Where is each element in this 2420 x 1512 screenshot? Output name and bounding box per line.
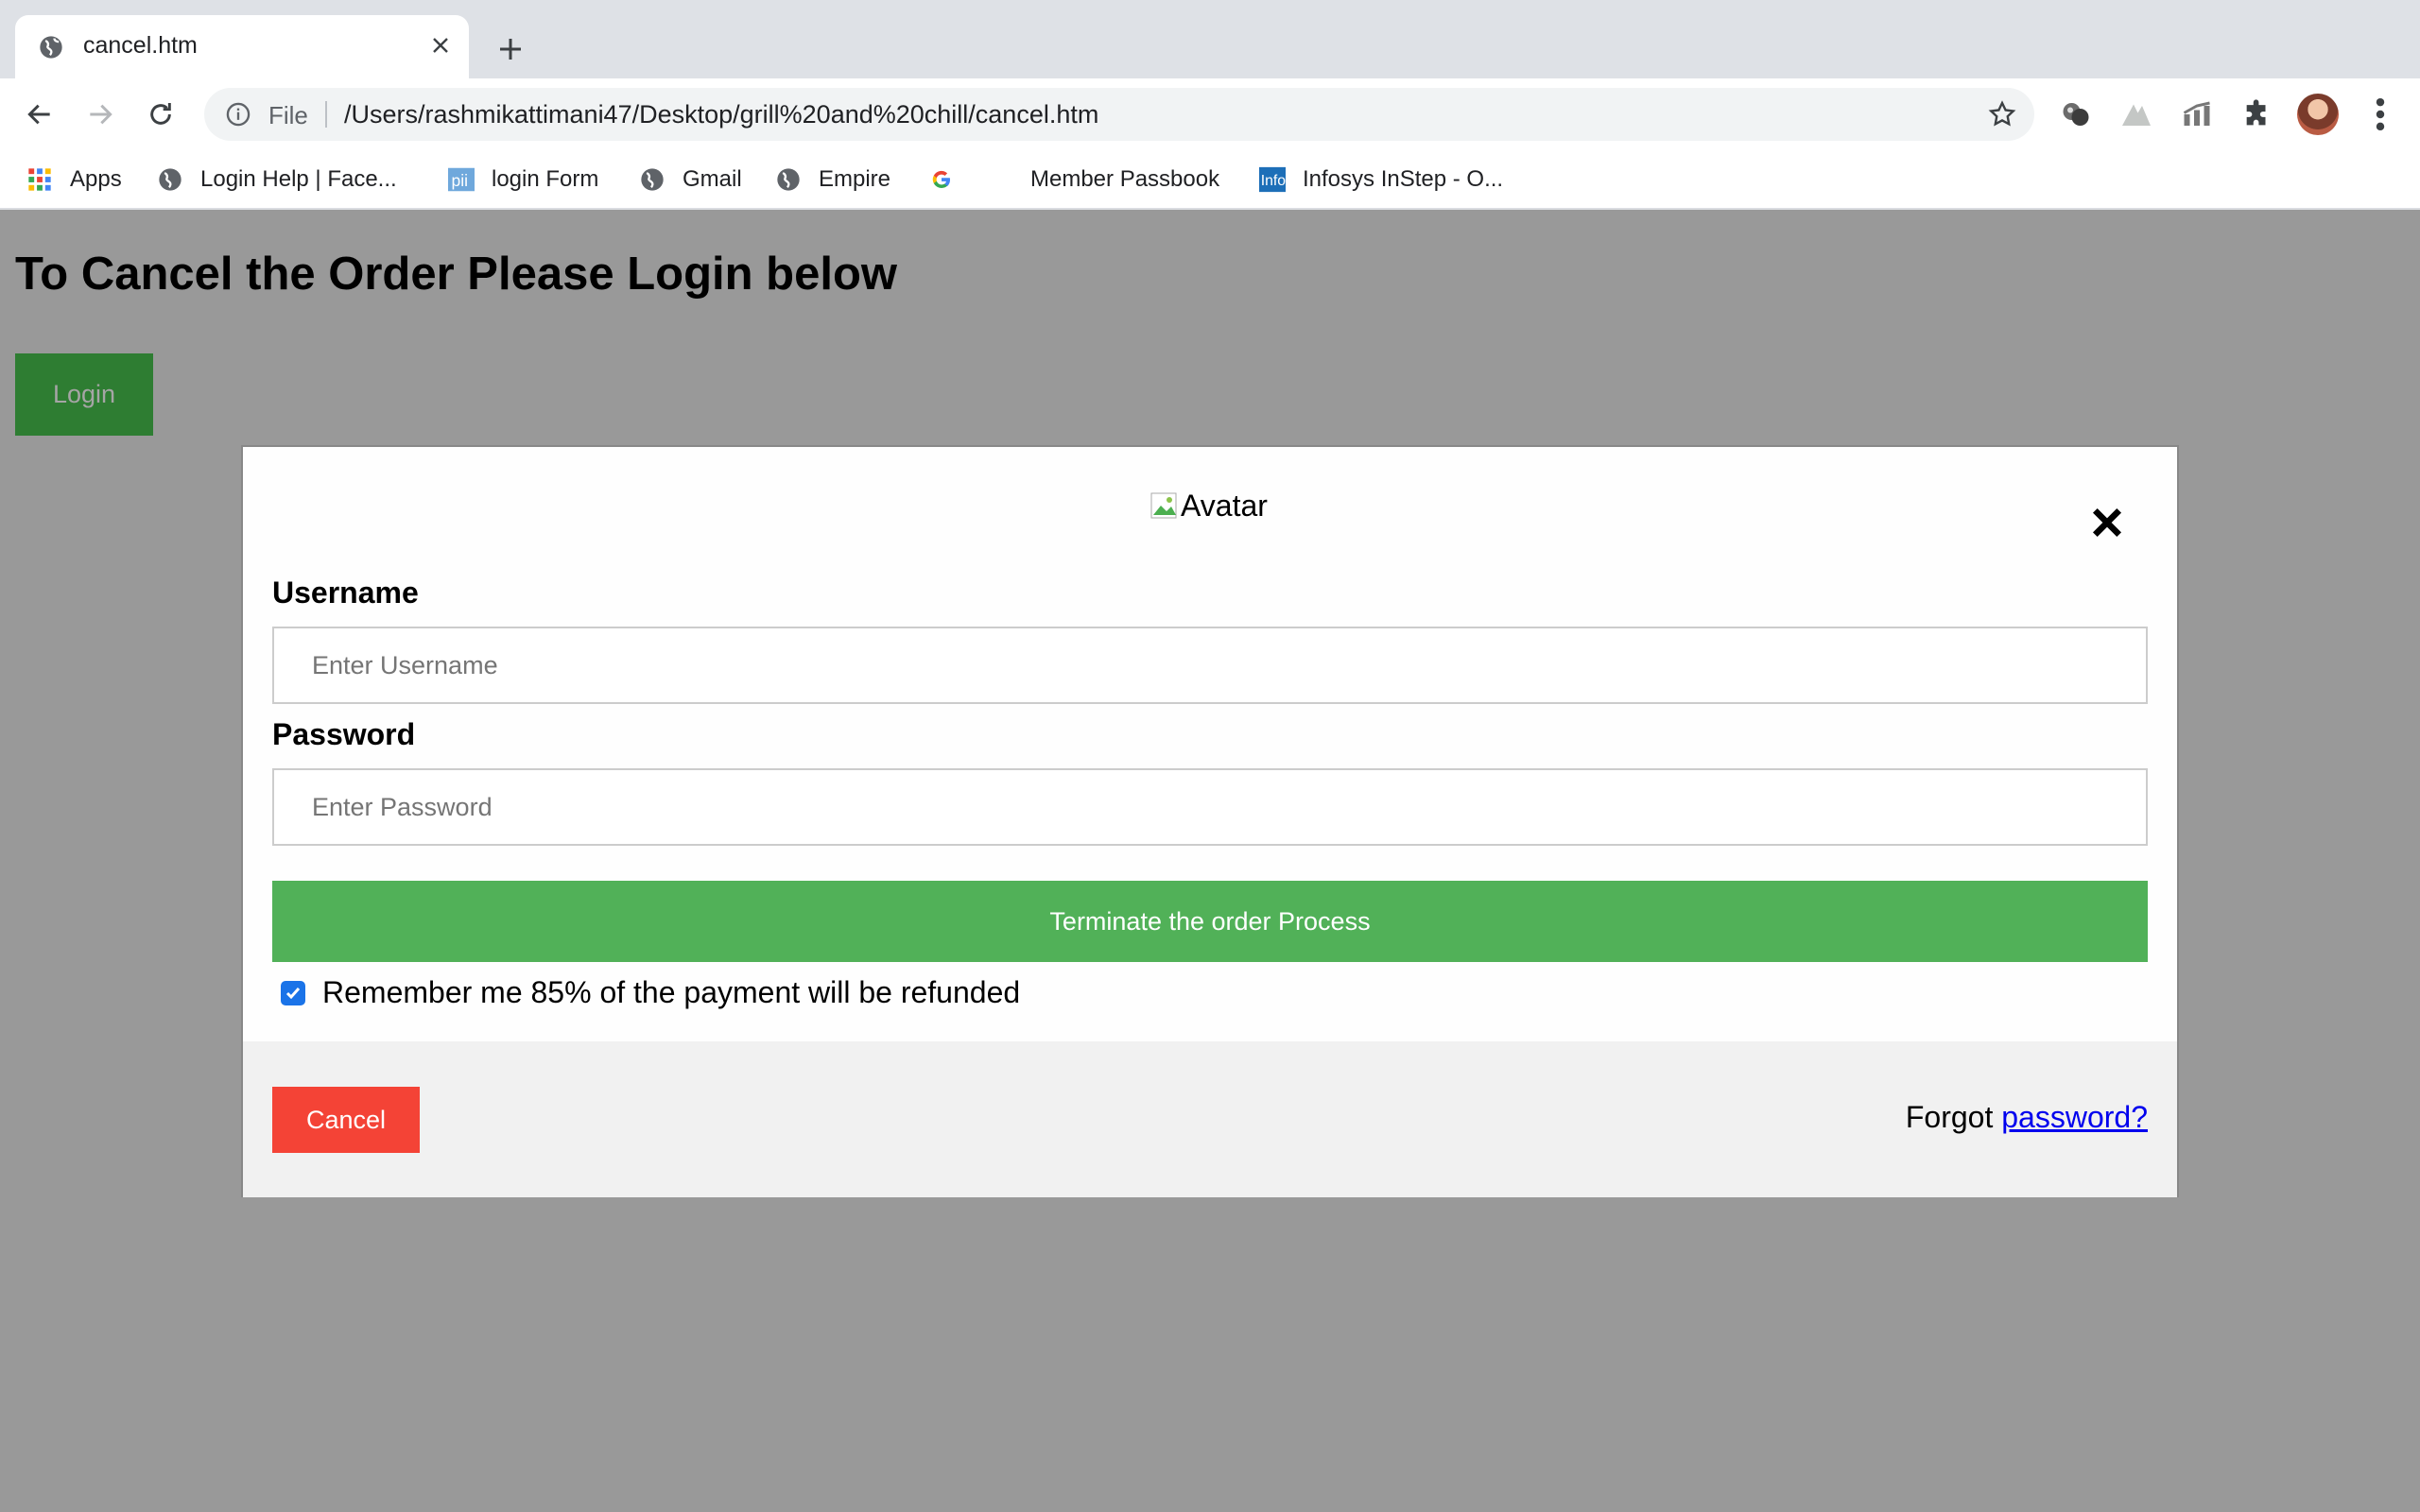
tab-strip: cancel.htm: [0, 0, 2420, 78]
password-label: Password: [272, 717, 416, 751]
forward-arrow-icon[interactable]: [79, 94, 121, 135]
extension-chart-icon[interactable]: [2178, 95, 2216, 133]
infosys-icon: Info: [1259, 166, 1286, 193]
bookmark-label: Member Passbook: [1030, 166, 1220, 192]
bookmarks-bar: Apps Login Help | Face... pii login Form…: [0, 149, 2420, 210]
page-heading: To Cancel the Order Please Login below: [15, 249, 898, 300]
forgot-prefix: Forgot: [1905, 1100, 1994, 1134]
more-menu-icon[interactable]: [2363, 94, 2397, 135]
bookmark-apps[interactable]: Apps: [26, 161, 122, 198]
pii-icon: pii: [448, 166, 475, 193]
svg-text:pii: pii: [452, 171, 469, 190]
bookmark-label: Gmail: [683, 166, 742, 192]
bookmark-label: Empire: [819, 166, 891, 192]
forgot-password-link[interactable]: password?: [2001, 1100, 2148, 1134]
username-label: Username: [272, 576, 419, 610]
username-placeholder: Enter Username: [312, 650, 498, 679]
close-modal-icon[interactable]: [2086, 502, 2128, 543]
extensions-puzzle-icon[interactable]: [2238, 95, 2276, 133]
new-tab-plus-icon[interactable]: [488, 26, 533, 72]
username-input[interactable]: Enter Username: [272, 627, 2148, 704]
reload-icon[interactable]: [140, 94, 182, 135]
extension-mountain-icon[interactable]: [2118, 95, 2155, 133]
bookmark-infosys[interactable]: Info Infosys InStep - O...: [1259, 161, 1503, 198]
page-content: To Cancel the Order Please Login below L…: [0, 210, 2420, 1512]
back-arrow-icon[interactable]: [19, 94, 60, 135]
bookmark-google[interactable]: [928, 161, 972, 198]
globe-icon: [157, 166, 183, 193]
url-text[interactable]: /Users/rashmikattimani47/Desktop/grill%2…: [344, 100, 1098, 129]
bookmark-label: Login Help | Face...: [200, 166, 397, 192]
bookmark-login-form[interactable]: pii login Form: [448, 161, 598, 198]
url-separator: [325, 101, 327, 128]
login-modal: Avatar Username Enter Username Password …: [241, 445, 2179, 1197]
bookmark-gmail[interactable]: Gmail: [639, 161, 742, 198]
bookmark-label: login Form: [492, 166, 599, 192]
google-icon: [928, 166, 955, 193]
extension-circles-icon[interactable]: [2057, 95, 2095, 133]
bookmark-member-passbook[interactable]: Member Passbook: [1030, 161, 1219, 198]
remember-me-label: Remember me 85% of the payment will be r…: [322, 975, 1021, 1009]
apps-grid-icon: [26, 166, 53, 193]
bookmark-login-help[interactable]: Login Help | Face...: [157, 161, 397, 198]
info-icon[interactable]: [225, 101, 251, 128]
svg-text:Info: Info: [1261, 173, 1286, 189]
terminate-order-button[interactable]: Terminate the order Process: [272, 881, 2148, 962]
remember-me-row: Remember me 85% of the payment will be r…: [281, 975, 1020, 1010]
password-placeholder: Enter Password: [312, 792, 493, 821]
profile-avatar[interactable]: [2297, 94, 2339, 135]
bookmark-empire[interactable]: Empire: [775, 161, 890, 198]
remember-me-checkbox[interactable]: [281, 980, 305, 1005]
bookmark-star-icon[interactable]: [1987, 99, 2017, 129]
avatar-image: Avatar: [1150, 489, 1268, 524]
globe-icon: [40, 36, 62, 59]
tab-close-icon[interactable]: [424, 28, 458, 62]
modal-footer: Cancel Forgot password?: [243, 1041, 2177, 1197]
browser-toolbar: File /Users/rashmikattimani47/Desktop/gr…: [0, 78, 2420, 149]
globe-icon: [639, 166, 666, 193]
avatar-alt-text: Avatar: [1181, 489, 1268, 523]
broken-image-icon: [1150, 492, 1179, 521]
cancel-button[interactable]: Cancel: [272, 1087, 420, 1153]
address-bar[interactable]: File /Users/rashmikattimani47/Desktop/gr…: [204, 88, 2034, 141]
forgot-password-text: Forgot password?: [1906, 1100, 2148, 1135]
bookmark-label: Infosys InStep - O...: [1303, 166, 1504, 192]
open-login-button[interactable]: Login: [15, 353, 153, 436]
globe-icon: [775, 166, 802, 193]
browser-tab[interactable]: cancel.htm: [15, 15, 469, 78]
password-input[interactable]: Enter Password: [272, 768, 2148, 846]
url-scheme-label: File: [268, 101, 308, 129]
bookmark-label: Apps: [70, 166, 122, 192]
tab-title: cancel.htm: [83, 32, 198, 59]
